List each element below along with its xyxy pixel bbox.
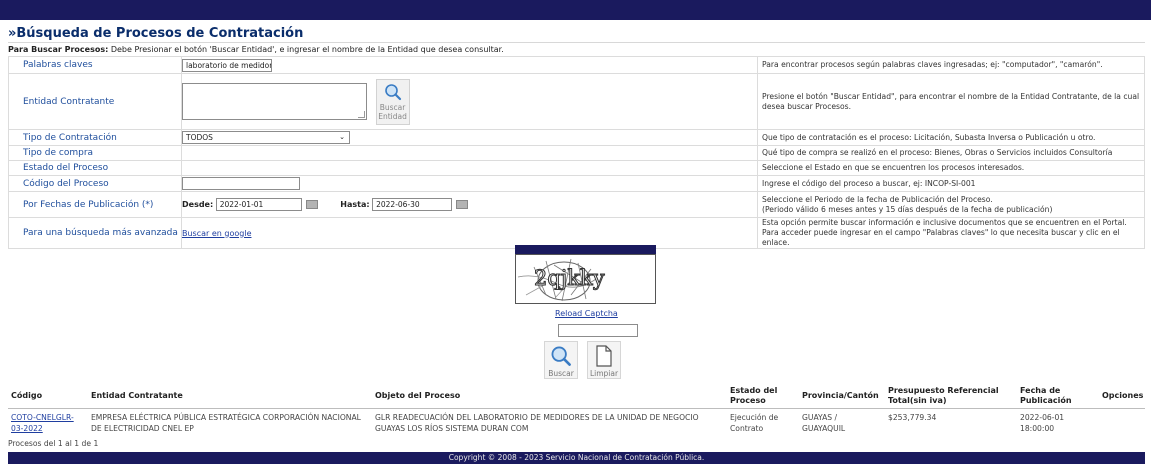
col-entity: Entidad Contratante <box>88 384 372 409</box>
entity-textarea[interactable] <box>182 83 367 120</box>
to-date-label: Hasta: <box>340 200 370 209</box>
magnifier-icon <box>551 346 571 366</box>
row-advanced: Para una búsqueda más avanzada Buscar en… <box>8 217 1145 249</box>
keywords-label: Palabras claves <box>8 56 182 74</box>
process-code-link[interactable]: COTO-CNELGLR-03-2022 <box>11 413 74 433</box>
row-dates: Por Fechas de Publicación (*) Desde: 202… <box>8 191 1145 218</box>
col-code: Código <box>8 384 88 409</box>
advanced-label: Para una búsqueda más avanzada <box>8 217 182 249</box>
search-entity-line2: Entidad <box>378 111 407 121</box>
col-object: Objeto del Proceso <box>372 384 727 409</box>
col-date: Fecha de Publicación <box>1017 384 1099 409</box>
row-province: GUAYAS / GUAYAQUIL <box>802 413 846 433</box>
contract-type-help: Que tipo de contratación es el proceso: … <box>757 129 1145 146</box>
entity-label: Entidad Contratante <box>8 73 182 130</box>
purchase-type-label: Tipo de compra <box>8 145 182 161</box>
search-entity-button[interactable]: Buscar Entidad <box>375 78 410 125</box>
process-state-label: Estado del Proceso <box>8 160 182 176</box>
captcha-image: 2qjkky <box>515 254 656 304</box>
col-province: Provincia/Cantón <box>799 384 885 409</box>
google-search-link[interactable]: Buscar en google <box>182 229 251 238</box>
contract-type-select[interactable]: TODOS ⌄ <box>182 131 350 144</box>
captcha-area: 2qjkky Reload Captcha Buscar Limpiar <box>0 245 1151 385</box>
clear-button-label: Limpiar <box>589 369 619 378</box>
search-instructions: Para Buscar Procesos: Debe Presionar el … <box>8 42 1145 56</box>
dates-help-line2: (Periodo válido 6 meses antes y 15 días … <box>762 204 1053 214</box>
keywords-help: Para encontrar procesos según palabras c… <box>757 56 1145 74</box>
col-budget: Presupuesto Referencial Total(sin iva) <box>885 384 1017 409</box>
row-process-code: Código del Proceso Ingrese el código del… <box>8 175 1145 192</box>
process-state-help: Seleccione el Estado en que se encuentre… <box>757 160 1145 176</box>
captcha-header-bar <box>515 245 656 254</box>
contract-type-value: TODOS <box>186 133 213 142</box>
row-budget: $253,779.34 <box>888 413 937 422</box>
contract-type-label: Tipo de Contratación <box>8 129 182 146</box>
chevron-down-icon: ⌄ <box>339 133 345 141</box>
instructions-text: Debe Presionar el botón 'Buscar Entidad'… <box>108 45 504 54</box>
search-form: Palabras claves laboratorio de medidores… <box>8 56 1145 249</box>
table-row: COTO-CNELGLR-03-2022 EMPRESA ELÉCTRICA P… <box>8 409 1145 438</box>
row-entity: EMPRESA ELÉCTRICA PÚBLICA ESTRATÉGICA CO… <box>91 413 361 433</box>
purchase-type-help: Qué tipo de compra se realizó en el proc… <box>757 145 1145 161</box>
calendar-icon[interactable] <box>305 200 318 209</box>
resize-grip-icon <box>358 111 365 118</box>
search-button[interactable]: Buscar <box>544 341 578 379</box>
blank-document-icon <box>596 345 612 367</box>
page-title: »Búsqueda de Procesos de Contratación <box>8 26 304 41</box>
top-banner <box>0 0 1151 20</box>
row-date: 2022-06-01 18:00:00 <box>1020 413 1065 433</box>
row-state: Ejecución de Contrato <box>730 413 779 433</box>
magnifier-icon <box>384 83 401 100</box>
captcha-noise: 2qjkky <box>516 255 655 303</box>
reload-captcha-link[interactable]: Reload Captcha <box>555 309 618 318</box>
footer-copyright: Copyright © 2008 - 2023 Servicio Naciona… <box>8 452 1145 464</box>
search-panel: »Búsqueda de Procesos de Contratación Pa… <box>8 25 1145 249</box>
row-contract-type: Tipo de Contratación TODOS ⌄ Que tipo de … <box>8 129 1145 146</box>
dates-label: Por Fechas de Publicación (*) <box>8 191 182 218</box>
instructions-bold: Para Buscar Procesos: <box>8 45 109 54</box>
results-header-row: Código Entidad Contratante Objeto del Pr… <box>8 384 1145 409</box>
row-entity: Entidad Contratante Buscar Entidad Presi… <box>8 73 1145 130</box>
col-state: Estado del Proceso <box>727 384 799 409</box>
search-entity-line1: Buscar <box>379 102 406 112</box>
process-code-help: Ingrese el código del proceso a buscar, … <box>757 175 1145 192</box>
results-table: Código Entidad Contratante Objeto del Pr… <box>8 384 1145 437</box>
captcha-input[interactable] <box>558 324 638 337</box>
col-options: Opciones <box>1099 384 1145 409</box>
from-date-input[interactable]: 2022-01-01 <box>215 198 302 211</box>
row-process-state: Estado del Proceso Seleccione el Estado … <box>8 160 1145 176</box>
process-code-input[interactable] <box>182 177 300 190</box>
search-button-label: Buscar <box>548 369 574 378</box>
row-options <box>1099 409 1145 438</box>
row-keywords: Palabras claves laboratorio de medidores… <box>8 56 1145 74</box>
captcha-text: 2qjkky <box>534 266 605 290</box>
calendar-icon[interactable] <box>456 200 469 209</box>
clear-button[interactable]: Limpiar <box>587 341 621 379</box>
process-code-label: Código del Proceso <box>8 175 182 192</box>
to-date-input[interactable]: 2022-06-30 <box>372 198 453 211</box>
advanced-help: Esta opción permite buscar información e… <box>757 217 1145 249</box>
dates-help: Seleccione el Periodo de la fecha de Pub… <box>757 191 1145 218</box>
dates-help-line1: Seleccione el Periodo de la fecha de Pub… <box>762 194 993 204</box>
results-count: Procesos del 1 al 1 de 1 <box>8 439 99 448</box>
row-object: GLR READECUACIÓN DEL LABORATORIO DE MEDI… <box>375 413 699 433</box>
keywords-input[interactable]: laboratorio de medidores <box>182 58 272 72</box>
from-date-label: Desde: <box>182 200 214 209</box>
entity-help: Presione el botón "Buscar Entidad", para… <box>757 73 1145 130</box>
row-purchase-type: Tipo de compra Qué tipo de compra se rea… <box>8 145 1145 161</box>
